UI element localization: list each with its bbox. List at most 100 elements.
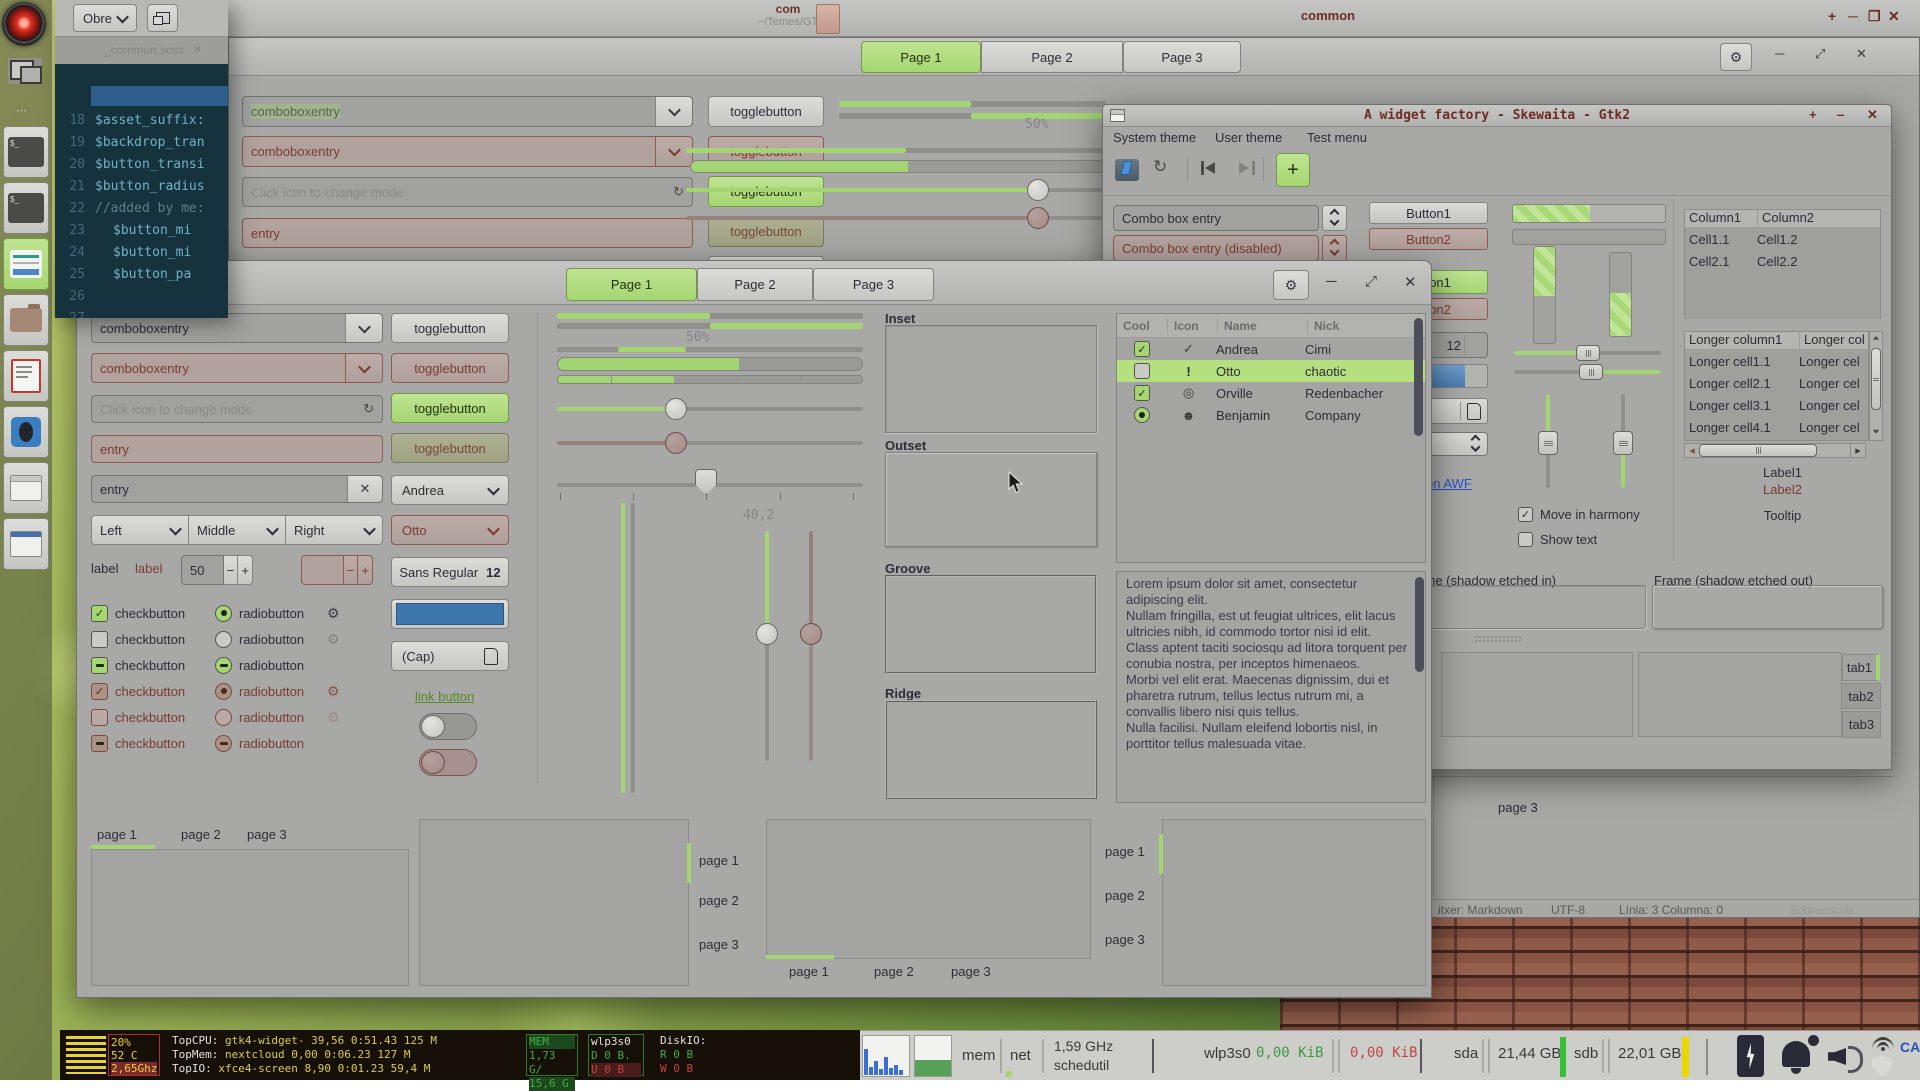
gtk2-tab2[interactable]: tab2 — [1841, 683, 1881, 709]
back-tab-page3[interactable]: Page 3 — [1123, 41, 1241, 73]
nbD-tab-page3[interactable]: page 3 — [1105, 932, 1145, 947]
dock-window-stack-icon[interactable] — [8, 58, 42, 84]
front-spinbutton[interactable]: 50 − + — [181, 555, 253, 585]
back-comboboxentry[interactable]: comboboxentry — [242, 96, 693, 127]
tree-header[interactable]: Cool Icon Name Nick — [1117, 314, 1425, 338]
front-togglebutton-1[interactable]: togglebutton — [391, 313, 509, 343]
gtk2-vslider-1[interactable] — [1538, 394, 1558, 488]
spin-entry[interactable]: 50 — [181, 555, 224, 585]
tree-row[interactable]: ☻ Benjamin Company — [1117, 404, 1425, 426]
dropdown-button[interactable] — [345, 314, 382, 342]
gtk2-hslider-1[interactable] — [1514, 345, 1661, 361]
menu-system-theme[interactable]: System theme — [1113, 130, 1196, 145]
front-slider-marks[interactable] — [557, 467, 863, 503]
scroll-thumb[interactable] — [1871, 348, 1881, 410]
text-scrollbar[interactable] — [1415, 577, 1424, 672]
scroll-right-icon[interactable]: ▸ — [1850, 444, 1865, 457]
back-maximize-button[interactable]: ⤢ — [1815, 46, 1825, 62]
front-textview[interactable]: Lorem ipsum dolor sit amet, consectetur … — [1116, 571, 1426, 803]
menu-test-menu[interactable]: Test menu — [1307, 130, 1367, 145]
table-row[interactable]: Longer cell2.1Longer cel — [1685, 372, 1868, 394]
table-body[interactable]: Longer cell1.1Longer cel Longer cell2.1L… — [1685, 350, 1868, 441]
front-close-button[interactable]: ✕ — [1404, 273, 1417, 291]
radio-selected[interactable] — [215, 605, 232, 622]
scroll-down-icon[interactable] — [1873, 428, 1879, 434]
dock-handle[interactable]: ⋯ — [16, 104, 28, 117]
combo-left[interactable]: Left — [91, 515, 189, 545]
table-row[interactable]: Longer cell1.1Longer cel — [1685, 350, 1868, 372]
front-togglebutton-3[interactable]: togglebutton — [391, 393, 509, 423]
nbD-tab-page1[interactable]: page 1 — [1105, 844, 1145, 859]
scroll-left-icon[interactable]: ◂ — [1685, 444, 1699, 457]
front-combobox-andrea[interactable]: Andrea — [391, 475, 509, 505]
slider-handle[interactable] — [756, 623, 778, 645]
editor-tab-label[interactable]: _common.scss — [104, 43, 184, 57]
back-gear-button[interactable]: ⚙ — [1720, 43, 1752, 71]
tree-scrollbar[interactable] — [1414, 318, 1423, 436]
table-row[interactable]: Longer cell3.1Longer cel — [1685, 394, 1868, 416]
gtk2-button1[interactable]: Button1 — [1369, 202, 1488, 224]
gear-icon[interactable]: ⚙ — [327, 605, 340, 622]
back-slider-1[interactable] — [686, 178, 1106, 202]
gear-icon[interactable]: ⚙ — [327, 631, 340, 648]
dropdown-button[interactable] — [655, 97, 692, 126]
back-icon-entry[interactable]: Click icon to change mode ↻ — [242, 177, 693, 207]
table-row[interactable]: Cell2.1Cell2.2 — [1685, 250, 1880, 272]
table-body[interactable]: Cell1.1Cell1.2 Cell2.1Cell2.2 — [1685, 228, 1880, 319]
front-font-button[interactable]: Sans Regular12 — [391, 557, 509, 587]
scroll-up-icon[interactable] — [1873, 336, 1879, 342]
dock-widget-factory-active[interactable] — [3, 238, 49, 290]
front-treeview[interactable]: Cool Icon Name Nick ✓ ✓ Andrea Cimi ! Ot… — [1116, 313, 1426, 563]
dock-terminal-1[interactable]: $_ — [3, 126, 49, 178]
tree-row[interactable]: ✓ ◎ Orville Redenbacher — [1117, 382, 1425, 404]
maximize-button[interactable]: ❐ — [1868, 8, 1881, 25]
cpu-graph[interactable] — [862, 1035, 910, 1077]
radio-selected[interactable] — [1134, 407, 1150, 423]
nbC-tab-page1[interactable]: page 1 — [789, 964, 829, 979]
checkbox-mixed[interactable] — [91, 657, 108, 674]
close-button[interactable]: ✕ — [1888, 8, 1900, 25]
volume-icon[interactable] — [1828, 1039, 1864, 1073]
battery-icon[interactable] — [1737, 1035, 1764, 1077]
slider-handle[interactable] — [665, 398, 687, 420]
gtk2-tab3[interactable]: tab3 — [1842, 711, 1881, 738]
shade-button[interactable]: + — [1828, 8, 1836, 24]
gtk2-hscrollbar[interactable]: ◂ ▸ — [1684, 443, 1866, 458]
nbB-tab-page2[interactable]: page 2 — [699, 893, 739, 908]
refresh-icon[interactable]: ↻ — [673, 184, 684, 200]
spin-minus-button[interactable]: − — [224, 555, 239, 585]
nbB-tab-page1[interactable]: page 1 — [699, 853, 739, 868]
checkbox-unchecked[interactable] — [1518, 532, 1533, 547]
minimize-button[interactable]: ─ — [1848, 8, 1858, 24]
first-icon[interactable] — [1201, 161, 1217, 175]
checkbox-checked[interactable]: ✓ — [1134, 341, 1150, 357]
back-tab-page2[interactable]: Page 2 — [981, 41, 1123, 73]
nbB-tab-page3[interactable]: page 3 — [699, 937, 739, 952]
col-name[interactable]: Name — [1218, 319, 1308, 333]
add-button[interactable]: + — [1276, 153, 1310, 187]
gtk2-combo-entry[interactable]: Combo box entry — [1113, 205, 1319, 231]
nbC-tab-page3[interactable]: page 3 — [951, 964, 991, 979]
radio-unselected[interactable] — [215, 631, 232, 648]
front-minimize-button[interactable]: ─ — [1326, 273, 1337, 290]
wifi-icon[interactable] — [1872, 1037, 1894, 1053]
front-slider-1[interactable] — [557, 397, 863, 421]
col-header[interactable]: Column1 — [1685, 210, 1758, 227]
dock-file-manager[interactable] — [3, 294, 49, 346]
col-header[interactable]: Longer col — [1800, 332, 1865, 349]
front-maximize-button[interactable]: ⤢ — [1365, 273, 1377, 290]
clear-icon[interactable]: ✕ — [347, 476, 382, 502]
back-close-button[interactable]: ✕ — [1856, 46, 1867, 62]
nbA-tab-page2[interactable]: page 2 — [181, 827, 221, 842]
slider-handle[interactable] — [1579, 364, 1603, 380]
nbD-tab-page2[interactable]: page 2 — [1105, 888, 1145, 903]
gtk2-titlebar[interactable]: A widget factory - Skewaita - Gtk2 + ‒ ✕ — [1103, 105, 1891, 127]
tab-close-icon[interactable]: ✕ — [193, 43, 202, 56]
new-window-button[interactable] — [147, 4, 178, 32]
checkbox-unchecked[interactable] — [91, 631, 108, 648]
checkbox-checked[interactable]: ✓ — [91, 605, 108, 622]
table-row[interactable]: Longer cell4.1Longer cel — [1685, 416, 1868, 438]
dock-blue-app[interactable] — [3, 406, 49, 458]
checkbox-checked[interactable]: ✓ — [1518, 507, 1533, 522]
open-icon[interactable] — [1115, 159, 1139, 181]
